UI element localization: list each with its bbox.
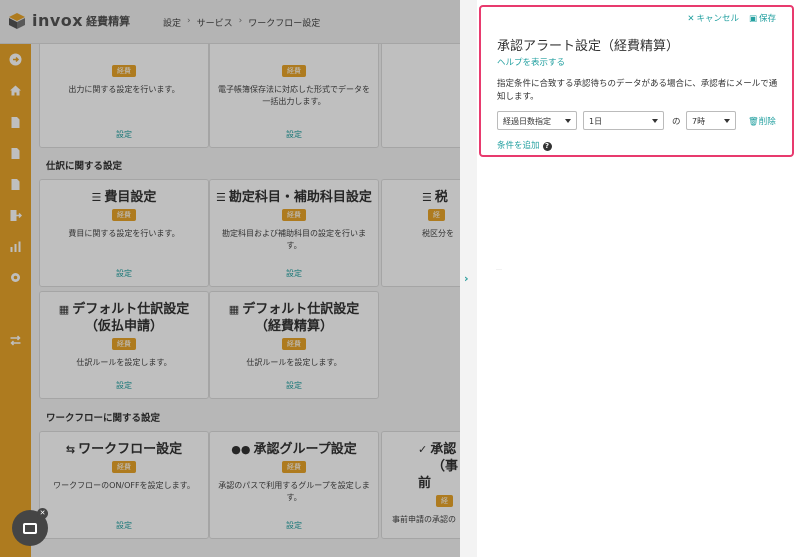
close-icon[interactable]: ✕: [37, 508, 48, 519]
time-select[interactable]: 7時: [686, 111, 736, 130]
form-actions: ✕ キャンセル ▣ 保存: [687, 12, 776, 24]
panel-description: 指定条件に合致する承認待ちのデータがある場合に、承認者にメールで通知します。: [497, 79, 778, 102]
cancel-button[interactable]: ✕ キャンセル: [687, 12, 739, 24]
connector-label: の: [672, 117, 681, 127]
panel-title: 承認アラート設定（経費精算）: [497, 39, 680, 54]
days-select[interactable]: 1日: [583, 111, 664, 130]
add-condition-link[interactable]: 条件を追加?: [497, 139, 552, 151]
caret-down-icon: [565, 119, 571, 123]
chevron-right-icon[interactable]: ›: [464, 272, 469, 285]
loading-dots: …: [496, 265, 502, 272]
save-button[interactable]: ▣ 保存: [749, 12, 776, 24]
help-link[interactable]: ヘルプを表示する: [497, 56, 565, 68]
delete-button[interactable]: 🗑削除: [748, 115, 776, 127]
trash-icon: 🗑: [748, 117, 759, 127]
approval-alert-form: ✕ キャンセル ▣ 保存 承認アラート設定（経費精算） ヘルプを表示する 指定条件に…: [479, 5, 794, 157]
caret-down-icon: [652, 119, 658, 123]
chat-icon: [23, 522, 37, 534]
close-icon: ✕: [687, 14, 695, 24]
question-icon[interactable]: ?: [542, 142, 552, 151]
modal-backdrop[interactable]: [0, 0, 460, 557]
condition-type-select[interactable]: 経過日数指定: [497, 111, 577, 130]
save-icon: ▣: [748, 14, 757, 24]
caret-down-icon: [724, 119, 730, 123]
